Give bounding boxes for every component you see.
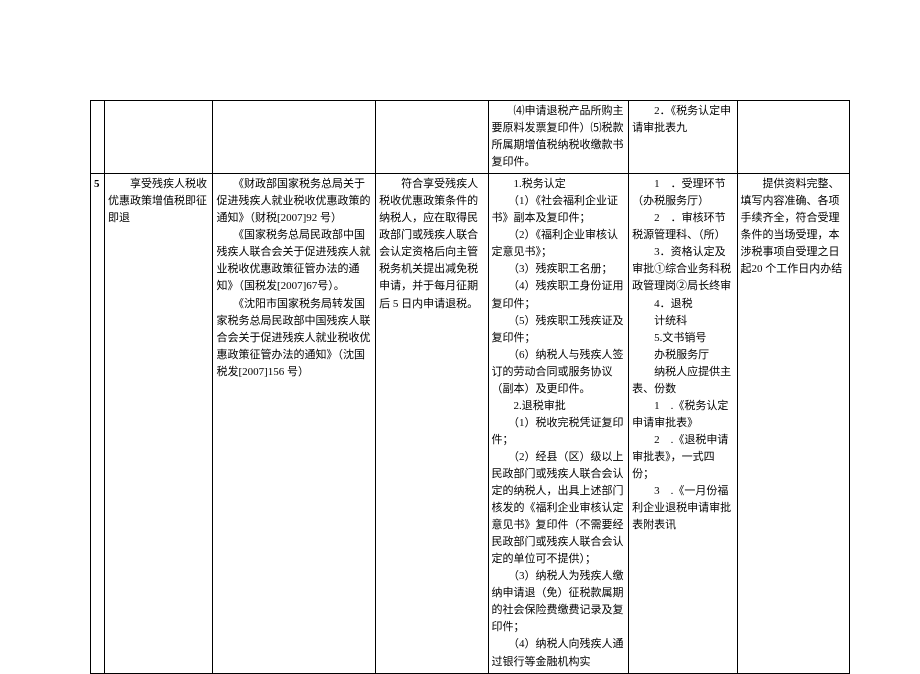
line: 2 .《退税申请审批表》，一式四份； xyxy=(632,434,728,480)
line: 1 ．受理环节（办税服务厅） xyxy=(632,178,726,207)
cell: 2．《税务认定申请审批表九 xyxy=(629,101,737,174)
policy-table: ⑷申请退税产品所购主要原料发票复印件）⑸税款所属期增值税纳税收缴款书复印件。 2… xyxy=(90,100,850,674)
cell-basis: 《财政部国家税务总局关于促进残疾人就业税收优惠政策的通知》（财税[2007]92… xyxy=(213,174,376,673)
line: （2）经县（区）级以上民政部门或残疾人联合会认定的纳税人，出具上述部门核发的《福… xyxy=(492,451,624,565)
cell-materials: 1.税务认定 （1）《社会福利企业证书》副本及复印件； （2）《福利企业审核认定… xyxy=(488,174,629,673)
line: 纳税人应提供主表、份数 xyxy=(632,366,731,395)
cell-condition: 符合享受残疾人税收优惠政策条件的纳税人，应在取得民政部门或残疾人联合会认定资格后… xyxy=(376,174,488,673)
line: 3．资格认定及审批①综合业务科税政管理岗②局长终审 xyxy=(632,246,731,292)
line: 计统科 xyxy=(632,315,687,327)
cell-timelimit: 提供资料完整、填写内容准确、各项手续齐全，符合受理条件的当场受理，本涉税事项自受… xyxy=(737,174,849,673)
line: （3）纳税人为残疾人缴纳申请退（免）征税款属期的社会保险费缴费记录及复印件； xyxy=(492,570,624,633)
line: （2）《福利企业审核认定意见书》； xyxy=(492,229,619,258)
cell xyxy=(737,101,849,174)
line: （5）残疾职工残疾证及复印件； xyxy=(492,315,624,344)
line: 办税服务厅 xyxy=(632,349,709,361)
line: （3）残疾职工名册； xyxy=(492,263,613,275)
cell-num xyxy=(91,101,105,174)
table-row: 5 享受残疾人税收优惠政策增值税即征即退 《财政部国家税务总局关于促进残疾人就业… xyxy=(91,174,850,673)
cell-num: 5 xyxy=(91,174,105,673)
para: 《沈阳市国家税务局转发国家税务总局民政部中国残疾人联合会关于促进残疾人就业税收优… xyxy=(216,298,370,378)
line: （4）纳税人向残疾人通过银行等金融机构实 xyxy=(492,638,624,667)
line: （6）纳税人与残疾人签订的劳动合同或服务协议（副本）及更印件。 xyxy=(492,349,624,395)
line: （4）残疾职工身份证用复印件； xyxy=(492,280,624,309)
line: 2 ．审核环节税源管理科、（所） xyxy=(632,212,726,241)
row-number: 5 xyxy=(94,178,100,190)
line: 1.税务认定 xyxy=(492,178,566,190)
line: 4．退税 xyxy=(632,298,693,310)
cell: ⑷申请退税产品所购主要原料发票复印件）⑸税款所属期增值税纳税收缴款书复印件。 xyxy=(488,101,629,174)
para: 《国家税务总局民政部中国残疾人联合会关于促进残疾人就业税收优惠政策征管办法的通知… xyxy=(216,229,370,292)
line: 5.文书销号 xyxy=(632,332,706,344)
cell xyxy=(213,101,376,174)
cell xyxy=(376,101,488,174)
para: 《财政部国家税务总局关于促进残疾人就业税收优惠政策的通知》（财税[2007]92… xyxy=(216,178,370,224)
line: （1）税收完税凭证复印件； xyxy=(492,417,624,446)
cell-title: 享受残疾人税收优惠政策增值税即征即退 xyxy=(105,174,213,673)
line: （1）《社会福利企业证书》副本及复印件； xyxy=(492,195,619,224)
line: 3 .《一月份福利企业退税申请审批表附表讯 xyxy=(632,485,731,531)
table-row: ⑷申请退税产品所购主要原料发票复印件）⑸税款所属期增值税纳税收缴款书复印件。 2… xyxy=(91,101,850,174)
line: 2.退税审批 xyxy=(492,400,566,412)
cell-process: 1 ．受理环节（办税服务厅） 2 ．审核环节税源管理科、（所） 3．资格认定及审… xyxy=(629,174,737,673)
line: 1 .《税务认定申请审批表》 xyxy=(632,400,728,429)
cell xyxy=(105,101,213,174)
